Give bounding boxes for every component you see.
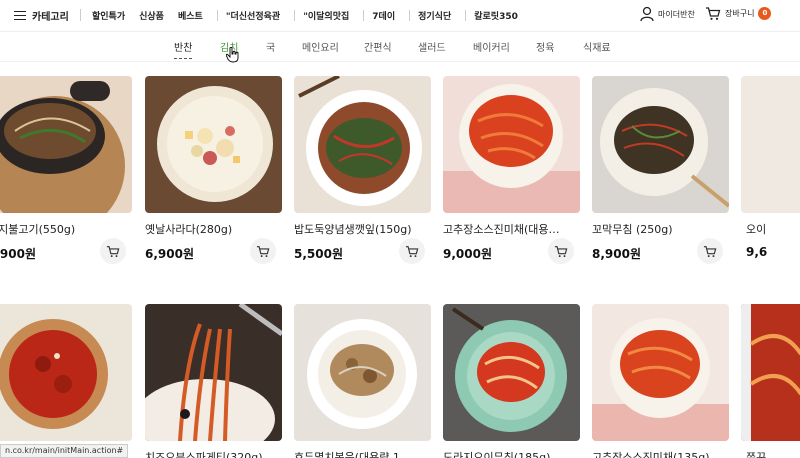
mypage-link[interactable]: 마이더반찬: [640, 6, 695, 22]
product-price: 9,6: [746, 245, 768, 259]
product-card[interactable]: 고추장소스진미채(135g): [592, 304, 729, 458]
cart-link[interactable]: 장바구니 0: [705, 6, 772, 21]
product-card[interactable]: 도라지오이무침(185g): [443, 304, 580, 458]
hamburger-icon: [14, 10, 26, 21]
product-card[interactable]: 옛날사라다(280g) 6,900원: [145, 76, 282, 264]
nav-link-calorie350[interactable]: 칼로릿350: [474, 9, 518, 22]
product-card[interactable]: 쭈꾸: [741, 304, 800, 458]
nav-link-fresh-meat[interactable]: "더신선정육관: [226, 9, 280, 22]
product-price: 8,900원: [592, 247, 641, 261]
product-price: 6,900원: [145, 247, 194, 261]
tab-ingredients[interactable]: 식재료: [583, 39, 611, 54]
product-image[interactable]: [741, 304, 800, 441]
product-image[interactable]: [592, 76, 729, 213]
cart-icon: [703, 245, 717, 257]
mypage-label: 마이더반찬: [658, 9, 695, 19]
category-tabs: 반찬 김치 국 메인요리 간편식 샐러드 베이커리 정육 식재료: [0, 32, 800, 62]
product-image[interactable]: [145, 76, 282, 213]
top-navigation: 카테고리 할인특가 신상품 베스트 "더신선정육관 "이달의맛집 7데이 정기식…: [0, 0, 800, 32]
add-to-cart-button[interactable]: [100, 238, 126, 264]
cart-label: 장바구니: [725, 9, 755, 18]
product-name[interactable]: 옛날사라다(280g): [145, 221, 282, 237]
status-bar-url: n.co.kr/main/initMain.action#: [0, 444, 129, 458]
product-image[interactable]: [443, 304, 580, 441]
product-card[interactable]: 오이 9,6: [741, 76, 800, 266]
product-name[interactable]: 쭈꾸: [746, 449, 800, 458]
product-name[interactable]: 호두멸치볶음(대용량 1…: [294, 449, 431, 458]
product-name[interactable]: 고추장소스진미채(135g): [592, 449, 729, 458]
product-name[interactable]: 돼지불고기(550g): [0, 221, 125, 237]
nav-divider: [409, 10, 411, 21]
tab-bakery[interactable]: 베이커리: [473, 39, 510, 54]
product-name[interactable]: 치즈오븐스파게티(320g): [145, 449, 282, 458]
cart-icon: [554, 245, 568, 257]
product-card[interactable]: 치즈오븐스파게티(320g): [145, 304, 282, 458]
tab-main-dish[interactable]: 메인요리: [302, 39, 339, 54]
hand-cursor-icon: [226, 47, 239, 63]
cart-icon: [256, 245, 270, 257]
nav-divider: [465, 10, 467, 21]
product-name[interactable]: 꼬막무침 (250g): [592, 221, 729, 237]
product-card[interactable]: 밥도둑양념생깻잎(150g) 5,500원: [294, 76, 431, 264]
tab-salad[interactable]: 샐러드: [418, 39, 446, 54]
nav-link-best[interactable]: 베스트: [178, 9, 203, 22]
add-to-cart-button[interactable]: [399, 238, 425, 264]
cart-icon: [405, 245, 419, 257]
product-image[interactable]: [592, 304, 729, 441]
category-menu-button[interactable]: 카테고리: [14, 8, 69, 23]
user-icon: [640, 6, 654, 22]
nav-link-new[interactable]: 신상품: [139, 9, 164, 22]
nav-divider: [80, 9, 81, 21]
nav-links: 할인특가 신상품 베스트 "더신선정육관 "이달의맛집 7데이 정기식단 칼로릿…: [92, 9, 532, 22]
tab-meat[interactable]: 정육: [536, 39, 554, 54]
product-price: 9,900원: [0, 247, 36, 261]
tab-soup[interactable]: 국: [266, 39, 275, 54]
product-image[interactable]: [294, 76, 431, 213]
product-card[interactable]: 고추장소스진미채(대용… 9,000원: [443, 76, 580, 264]
nav-divider: [216, 10, 218, 21]
product-image[interactable]: [294, 304, 431, 441]
product-image[interactable]: [0, 304, 132, 441]
tab-convenience-food[interactable]: 간편식: [364, 39, 392, 54]
product-image[interactable]: [145, 304, 282, 441]
nav-divider: [294, 10, 296, 21]
cart-icon: [106, 245, 120, 257]
nav-divider: [363, 10, 365, 21]
nav-link-monthly-restaurant[interactable]: "이달의맛집: [303, 9, 349, 22]
cart-count-badge: 0: [758, 7, 772, 20]
product-name[interactable]: 고추장소스진미채(대용…: [443, 221, 580, 237]
product-price: 5,500원: [294, 247, 343, 261]
nav-link-7day[interactable]: 7데이: [372, 9, 395, 22]
product-name[interactable]: 도라지오이무침(185g): [443, 449, 580, 458]
product-image[interactable]: [0, 76, 132, 213]
add-to-cart-button[interactable]: [697, 238, 723, 264]
product-card[interactable]: [0, 304, 132, 441]
add-to-cart-button[interactable]: [548, 238, 574, 264]
product-card[interactable]: 꼬막무침 (250g) 8,900원: [592, 76, 729, 264]
product-name[interactable]: 밥도둑양념생깻잎(150g): [294, 221, 431, 237]
product-name[interactable]: 오이: [746, 221, 800, 237]
product-card[interactable]: 호두멸치볶음(대용량 1…: [294, 304, 431, 458]
product-image[interactable]: [443, 76, 580, 213]
product-image[interactable]: [741, 76, 800, 213]
nav-link-sale[interactable]: 할인특가: [92, 9, 125, 22]
nav-link-subscription[interactable]: 정기식단: [418, 9, 451, 22]
add-to-cart-button[interactable]: [250, 238, 276, 264]
cart-icon: [706, 7, 721, 20]
product-price: 9,000원: [443, 247, 492, 261]
tab-side-dish[interactable]: 반찬: [174, 39, 193, 59]
product-card[interactable]: 돼지불고기(550g) 9,900원: [0, 76, 132, 264]
category-menu-label: 카테고리: [32, 12, 69, 23]
